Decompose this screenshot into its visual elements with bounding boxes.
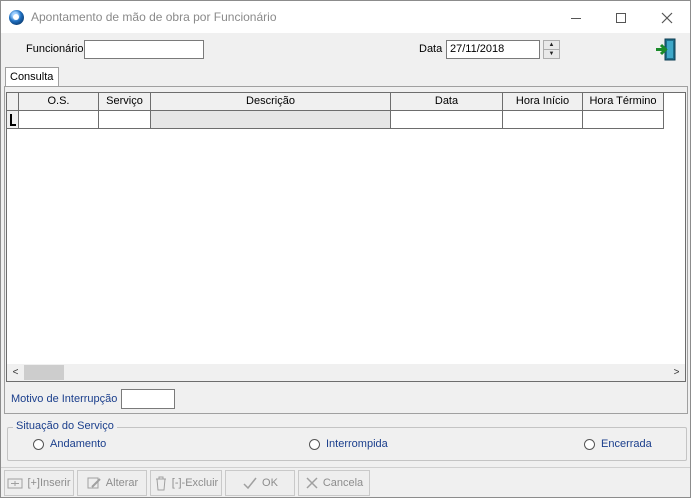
radio-andamento[interactable]: Andamento bbox=[33, 438, 106, 450]
close-button[interactable] bbox=[644, 1, 690, 33]
service-grid[interactable]: O.S. Serviço Descrição Data Hora Início … bbox=[6, 92, 686, 382]
radio-circle-icon[interactable] bbox=[584, 438, 595, 450]
column-header-hora-inicio[interactable]: Hora Início bbox=[503, 93, 583, 111]
grid-header: O.S. Serviço Descrição Data Hora Início … bbox=[7, 93, 685, 111]
spin-up-icon[interactable]: ▲ bbox=[544, 41, 559, 50]
minimize-icon bbox=[571, 17, 581, 19]
radio-circle-icon[interactable] bbox=[33, 438, 44, 450]
cell-data[interactable] bbox=[391, 111, 503, 129]
minimize-button[interactable] bbox=[553, 1, 599, 33]
app-window: Apontamento de mão de obra por Funcionár… bbox=[0, 0, 691, 498]
cell-hora-inicio[interactable] bbox=[503, 111, 583, 129]
maximize-button[interactable] bbox=[598, 1, 644, 33]
cancela-button[interactable]: Cancela bbox=[298, 470, 370, 496]
motivo-input[interactable] bbox=[121, 389, 175, 409]
cell-servico[interactable] bbox=[99, 111, 151, 129]
check-icon bbox=[243, 477, 257, 490]
situacao-title: Situação do Serviço bbox=[13, 420, 117, 432]
scroll-left-icon[interactable]: < bbox=[7, 364, 24, 381]
inserir-button[interactable]: [+]Inserir bbox=[4, 470, 74, 496]
radio-label-interrompida: Interrompida bbox=[326, 438, 388, 450]
spin-down-icon[interactable]: ▼ bbox=[544, 50, 559, 59]
horizontal-scrollbar[interactable]: < > bbox=[7, 364, 685, 381]
cell-descricao bbox=[151, 111, 391, 129]
exit-button[interactable] bbox=[654, 38, 677, 61]
ok-button[interactable]: OK bbox=[225, 470, 295, 496]
table-row[interactable] bbox=[7, 111, 685, 129]
row-indicator bbox=[7, 111, 19, 129]
trash-icon bbox=[155, 476, 166, 491]
column-header-hora-termino[interactable]: Hora Término bbox=[583, 93, 664, 111]
date-spinner[interactable]: ▲ ▼ bbox=[543, 40, 560, 59]
action-toolbar: [+]Inserir Alterar [-]-Excluir OK Cancel… bbox=[1, 467, 690, 497]
radio-circle-icon[interactable] bbox=[309, 438, 320, 450]
data-input[interactable]: 27/11/2018 bbox=[446, 40, 540, 59]
x-icon bbox=[306, 477, 318, 489]
close-icon bbox=[661, 12, 673, 24]
cell-hora-termino[interactable] bbox=[583, 111, 664, 129]
cell-os[interactable] bbox=[19, 111, 99, 129]
title-bar: Apontamento de mão de obra por Funcionár… bbox=[1, 1, 690, 33]
maximize-icon bbox=[616, 13, 626, 24]
excluir-label: [-]-Excluir bbox=[171, 477, 219, 489]
funcionario-label: Funcionário bbox=[26, 43, 84, 55]
grid-indicator-header bbox=[7, 93, 19, 111]
radio-encerrada[interactable]: Encerrada bbox=[584, 438, 652, 450]
data-label: Data bbox=[419, 43, 443, 55]
motivo-label: Motivo de Interrupção bbox=[11, 393, 118, 405]
ok-label: OK bbox=[262, 477, 278, 489]
scroll-thumb[interactable] bbox=[24, 365, 64, 380]
scroll-right-icon[interactable]: > bbox=[668, 364, 685, 381]
column-header-descricao[interactable]: Descrição bbox=[151, 93, 391, 111]
excluir-button[interactable]: [-]-Excluir bbox=[150, 470, 222, 496]
insert-icon bbox=[7, 478, 23, 489]
tab-consulta[interactable]: Consulta bbox=[5, 67, 59, 87]
alterar-label: Alterar bbox=[105, 477, 139, 489]
radio-label-andamento: Andamento bbox=[50, 438, 107, 450]
exit-door-icon bbox=[656, 38, 676, 61]
window-title: Apontamento de mão de obra por Funcionár… bbox=[31, 10, 277, 24]
funcionario-input[interactable] bbox=[84, 40, 204, 59]
alterar-button[interactable]: Alterar bbox=[77, 470, 147, 496]
edit-icon bbox=[87, 477, 101, 489]
radio-label-encerrada: Encerrada bbox=[601, 438, 652, 450]
column-header-os[interactable]: O.S. bbox=[19, 93, 99, 111]
inserir-label: [+]Inserir bbox=[27, 477, 71, 489]
radio-interrompida[interactable]: Interrompida bbox=[309, 438, 388, 450]
app-icon bbox=[9, 10, 24, 25]
cancela-label: Cancela bbox=[322, 477, 364, 489]
column-header-servico[interactable]: Serviço bbox=[99, 93, 151, 111]
column-header-data[interactable]: Data bbox=[391, 93, 503, 111]
